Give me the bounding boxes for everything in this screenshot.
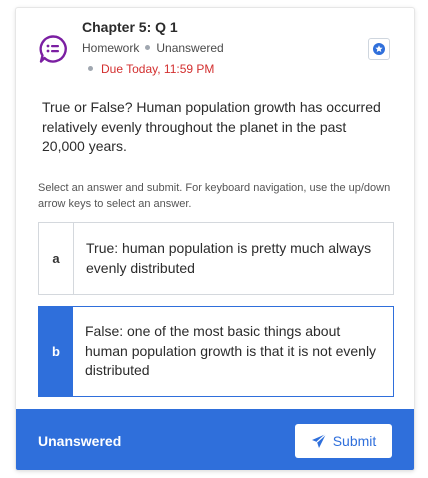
question-meta: Homework Unanswered — [82, 41, 224, 55]
footer-bar: Unanswered Submit — [16, 409, 414, 470]
instructions-text: Select an answer and submit. For keyboar… — [38, 182, 391, 210]
separator-dot — [145, 45, 151, 51]
question-title: Chapter 5: Q 1 — [82, 19, 178, 35]
footer-status: Unanswered — [38, 433, 122, 449]
send-icon — [311, 433, 327, 448]
bookmark-button[interactable] — [368, 38, 390, 60]
answer-status: Unanswered — [156, 41, 224, 55]
option-letter: a — [39, 223, 74, 294]
star-icon — [373, 43, 385, 55]
option-letter: b — [39, 307, 73, 396]
assignment-type: Homework — [82, 41, 140, 55]
due-date-text: Due Today, 11:59 PM — [101, 62, 215, 76]
chat-list-icon — [38, 34, 68, 64]
submit-button[interactable]: Submit — [295, 424, 392, 458]
submit-label: Submit — [332, 433, 377, 449]
question-card: Chapter 5: Q 1 Homework Unanswered Due To… — [16, 8, 414, 470]
answer-option-a[interactable]: a True: human population is pretty much … — [38, 222, 394, 295]
option-text: False: one of the most basic things abou… — [85, 323, 377, 379]
question-text: True or False? Human population growth h… — [42, 99, 381, 154]
separator-dot — [88, 66, 93, 72]
answer-option-b[interactable]: b False: one of the most basic things ab… — [38, 306, 394, 397]
option-text: True: human population is pretty much al… — [86, 240, 372, 276]
due-date: Due Today, 11:59 PM — [88, 62, 214, 76]
